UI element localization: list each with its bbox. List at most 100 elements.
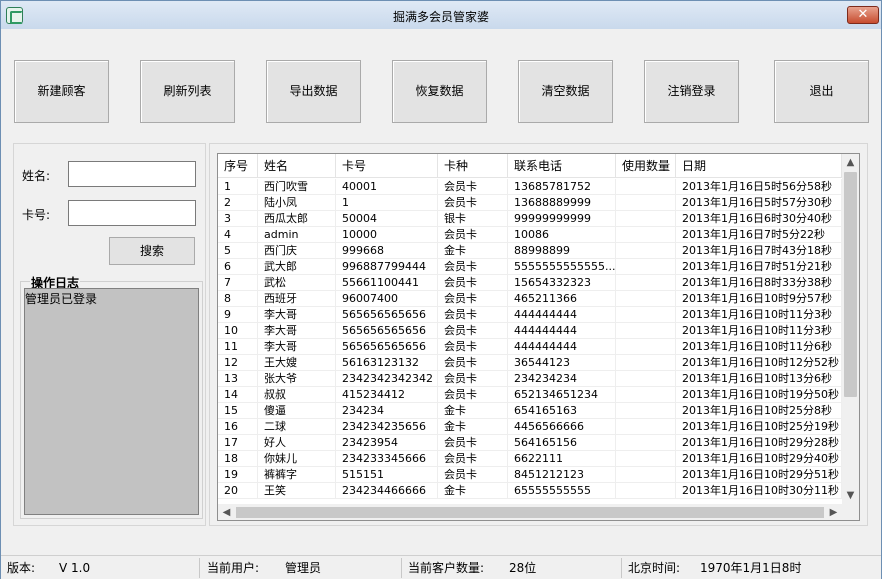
header-col-date[interactable]: 日期 [676, 154, 842, 178]
cell-index: 10 [218, 323, 258, 339]
table-row[interactable]: 20 王笑 234234466666 金卡 65555555555 2013年1月16日1… [218, 483, 842, 499]
vertical-scrollbar[interactable]: ▲ ▼ [842, 154, 859, 504]
table-row[interactable]: 10 李大哥 565656565656 会员卡 444444444 2013年1月16日1… [218, 323, 842, 339]
cell-name: 二球 [258, 419, 336, 435]
cell-index: 4 [218, 227, 258, 243]
header-col-card-number[interactable]: 卡号 [336, 154, 438, 178]
cell-index: 13 [218, 371, 258, 387]
clear-data-button[interactable]: 清空数据 [518, 60, 613, 123]
cell-name: 李大哥 [258, 323, 336, 339]
cell-phone: 13685781752 [508, 179, 616, 195]
table-row[interactable]: 2 陆小凤 1 会员卡 13688889999 2013年1月16日5时57分30秒 [218, 195, 842, 211]
refresh-list-button[interactable]: 刷新列表 [140, 60, 235, 123]
table-row[interactable]: 1 西门吹雪 40001 会员卡 13685781752 2013年1月16日5时56分5… [218, 179, 842, 195]
header-col-name[interactable]: 姓名 [258, 154, 336, 178]
cell-card-number: 2342342342342 [336, 371, 438, 387]
status-divider [621, 558, 622, 578]
vertical-scroll-thumb[interactable] [844, 172, 857, 397]
table-row[interactable]: 17 好人 23423954 会员卡 564165156 2013年1月16日10时29分… [218, 435, 842, 451]
table-row[interactable]: 4 admin 10000 会员卡 10086 2013年1月16日7时5分22秒 [218, 227, 842, 243]
cell-date: 2013年1月16日7时43分18秒 [676, 243, 842, 259]
version-value: V 1.0 [59, 561, 91, 575]
cell-date: 2013年1月16日10时13分6秒 [676, 371, 842, 387]
status-divider [401, 558, 402, 578]
cell-phone: 4456566666 [508, 419, 616, 435]
cell-date: 2013年1月16日10时25分19秒 [676, 419, 842, 435]
table-row[interactable]: 5 西门庆 999668 金卡 88998899 2013年1月16日7时43分18秒 [218, 243, 842, 259]
name-label: 姓名: [22, 169, 51, 183]
header-col-index[interactable]: 序号 [218, 154, 258, 178]
header-col-phone[interactable]: 联系电话 [508, 154, 616, 178]
cell-name: 裤裤字 [258, 467, 336, 483]
cell-name: 陆小凤 [258, 195, 336, 211]
cell-index: 5 [218, 243, 258, 259]
table-row[interactable]: 11 李大哥 565656565656 会员卡 444444444 2013年1月16日1… [218, 339, 842, 355]
cell-name: 西门吹雪 [258, 179, 336, 195]
cell-usage [616, 435, 676, 451]
table-row[interactable]: 18 你妹儿 234233345666 会员卡 6622111 2013年1月16日10时… [218, 451, 842, 467]
cell-card-number: 50004 [336, 211, 438, 227]
cell-phone: 465211366 [508, 291, 616, 307]
horizontal-scroll-thumb[interactable] [236, 507, 824, 518]
close-button[interactable]: ✕ [847, 6, 879, 24]
table-row[interactable]: 9 李大哥 565656565656 会员卡 444444444 2013年1月16日10… [218, 307, 842, 323]
title-bar[interactable]: 掘满多会员管家婆 ✕ [1, 1, 881, 29]
cell-card-number: 234234 [336, 403, 438, 419]
table-row[interactable]: 12 王大嫂 56163123132 会员卡 36544123 2013年1月16日10时… [218, 355, 842, 371]
operation-log[interactable]: 管理员已登录 [24, 288, 199, 515]
cell-phone: 13688889999 [508, 195, 616, 211]
cell-card-number: 40001 [336, 179, 438, 195]
cell-date: 2013年1月16日10时19分50秒 [676, 387, 842, 403]
table-row[interactable]: 6 武大郎 996887799444 会员卡 5555555555555... 2013年… [218, 259, 842, 275]
cell-card-number: 234234466666 [336, 483, 438, 499]
scroll-right-icon[interactable]: ▶ [825, 504, 842, 520]
cell-date: 2013年1月16日6时30分40秒 [676, 211, 842, 227]
search-button[interactable]: 搜索 [109, 237, 195, 265]
exit-button[interactable]: 退出 [774, 60, 869, 123]
scroll-left-icon[interactable]: ◀ [218, 504, 235, 520]
cell-card-type: 会员卡 [438, 355, 508, 371]
table-header: 序号 姓名 卡号 卡种 联系电话 使用数量 日期 [218, 154, 842, 178]
table-row[interactable]: 3 西瓜太郎 50004 银卡 99999999999 2013年1月16日6时30分40… [218, 211, 842, 227]
table-row[interactable]: 15 傻逼 234234 金卡 654165163 2013年1月16日10时25分8秒 [218, 403, 842, 419]
restore-data-button[interactable]: 恢复数据 [392, 60, 487, 123]
cell-phone: 99999999999 [508, 211, 616, 227]
customer-table[interactable]: 序号 姓名 卡号 卡种 联系电话 使用数量 日期 1 西门吹雪 40001 会员卡 13685781… [217, 153, 860, 521]
cell-card-number: 234234235656 [336, 419, 438, 435]
table-row[interactable]: 14 叔叔 415234412 会员卡 652134651234 2013年1月16日10… [218, 387, 842, 403]
new-customer-button[interactable]: 新建顾客 [14, 60, 109, 123]
cell-usage [616, 483, 676, 499]
cell-card-type: 金卡 [438, 419, 508, 435]
cell-date: 2013年1月16日10时29分51秒 [676, 467, 842, 483]
cell-card-type: 会员卡 [438, 371, 508, 387]
cell-usage [616, 451, 676, 467]
cell-usage [616, 179, 676, 195]
cell-card-type: 金卡 [438, 403, 508, 419]
scroll-down-icon[interactable]: ▼ [842, 487, 859, 504]
cell-name: 你妹儿 [258, 451, 336, 467]
card-number-input[interactable] [68, 200, 196, 226]
header-col-card-type[interactable]: 卡种 [438, 154, 508, 178]
cell-card-number: 565656565656 [336, 323, 438, 339]
scroll-up-icon[interactable]: ▲ [842, 154, 859, 171]
table-row[interactable]: 8 西班牙 96007400 会员卡 465211366 2013年1月16日10时9分5… [218, 291, 842, 307]
cell-date: 2013年1月16日5时57分30秒 [676, 195, 842, 211]
table-row[interactable]: 7 武松 55661100441 会员卡 15654332323 2013年1月16日8时… [218, 275, 842, 291]
cell-phone: 654165163 [508, 403, 616, 419]
table-row[interactable]: 19 裤裤字 515151 会员卡 8451212123 2013年1月16日10时29分… [218, 467, 842, 483]
main-window: 掘满多会员管家婆 ✕ 新建顾客 刷新列表 导出数据 恢复数据 清空数据 注销登录… [0, 0, 882, 579]
cell-usage [616, 291, 676, 307]
current-user-label: 当前用户: [207, 561, 260, 575]
header-col-usage[interactable]: 使用数量 [616, 154, 676, 178]
cell-date: 2013年1月16日10时30分11秒 [676, 483, 842, 499]
cell-name: 叔叔 [258, 387, 336, 403]
cell-phone: 444444444 [508, 323, 616, 339]
cell-usage [616, 403, 676, 419]
table-row[interactable]: 16 二球 234234235656 金卡 4456566666 2013年1月16日10… [218, 419, 842, 435]
logout-button[interactable]: 注销登录 [644, 60, 739, 123]
cell-card-number: 996887799444 [336, 259, 438, 275]
table-row[interactable]: 13 张大爷 2342342342342 会员卡 234234234 2013年1月16日… [218, 371, 842, 387]
name-input[interactable] [68, 161, 196, 187]
horizontal-scrollbar[interactable]: ◀ ▶ [218, 504, 842, 520]
export-data-button[interactable]: 导出数据 [266, 60, 361, 123]
